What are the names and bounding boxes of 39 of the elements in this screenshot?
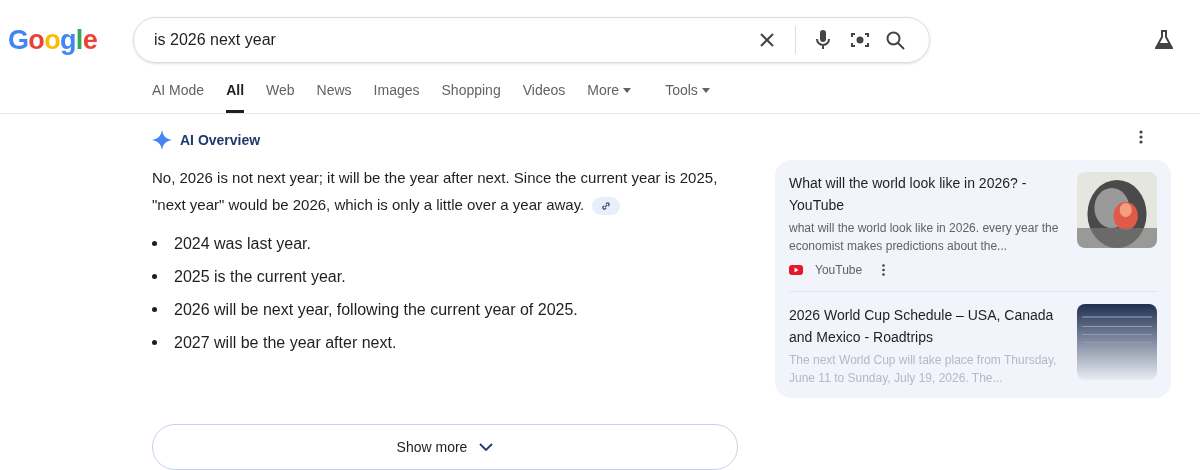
close-icon[interactable] — [759, 32, 775, 48]
tab[interactable]: Images — [373, 71, 420, 113]
microphone-icon[interactable] — [816, 30, 830, 50]
bullet-icon — [152, 307, 157, 312]
tab[interactable]: Web — [266, 71, 295, 113]
bullet-icon — [152, 340, 157, 345]
link-icon[interactable] — [592, 197, 621, 216]
source-snippet: what will the world look like in 2026. every year the economist makes predictions about the... — [789, 220, 1060, 255]
overview-summary: No, 2026 is not next year; it will be the year after next. Since the current year is 2025, "next year" would be 2026, which is only a little over a year away. — [152, 164, 738, 218]
bullet-text: 2025 is the current year. — [174, 266, 346, 287]
tab[interactable]: News — [316, 71, 352, 113]
bullet-text: 2024 was last year. — [174, 233, 311, 254]
search-input[interactable]: is 2026 next year — [154, 28, 751, 52]
tab[interactable]: More — [587, 71, 632, 113]
caret-icon — [701, 88, 710, 93]
bullet-icon — [152, 274, 157, 279]
more-options-icon[interactable] — [882, 264, 886, 276]
tab[interactable]: All — [226, 71, 245, 113]
tab[interactable]: Shopping — [441, 71, 501, 113]
source-title[interactable]: 2026 World Cup Schedule – USA, Canada and Mexico - Roadtrips — [789, 304, 1069, 348]
camera-icon[interactable] — [850, 30, 870, 50]
search-icon[interactable] — [886, 30, 905, 50]
tab[interactable]: Tools — [665, 71, 710, 113]
sparkle-icon — [152, 130, 172, 150]
more-options-icon[interactable] — [1139, 130, 1143, 144]
bullet-text: 2026 will be next year, following the current year of 2025. — [174, 299, 578, 320]
flask-icon[interactable] — [1155, 30, 1173, 50]
tab[interactable]: AI Mode — [152, 71, 205, 113]
play-icon — [789, 265, 803, 275]
chevron-down-icon — [479, 443, 494, 451]
bullet-icon — [152, 241, 157, 246]
google-logo[interactable]: Google — [0, 19, 133, 61]
source-title[interactable]: What will the world look like in 2026? - YouTube — [789, 172, 1069, 216]
bullet-text: 2027 will be the year after next. — [174, 332, 397, 353]
overview-title: AI Overview — [180, 130, 261, 150]
caret-icon — [623, 88, 632, 93]
source-site: YouTube — [815, 262, 863, 279]
source-snippet: The next World Cup will take place from Thursday, June 11 to Sunday, July 19, 2026. The... — [789, 352, 1058, 387]
tab[interactable]: Videos — [522, 71, 566, 113]
